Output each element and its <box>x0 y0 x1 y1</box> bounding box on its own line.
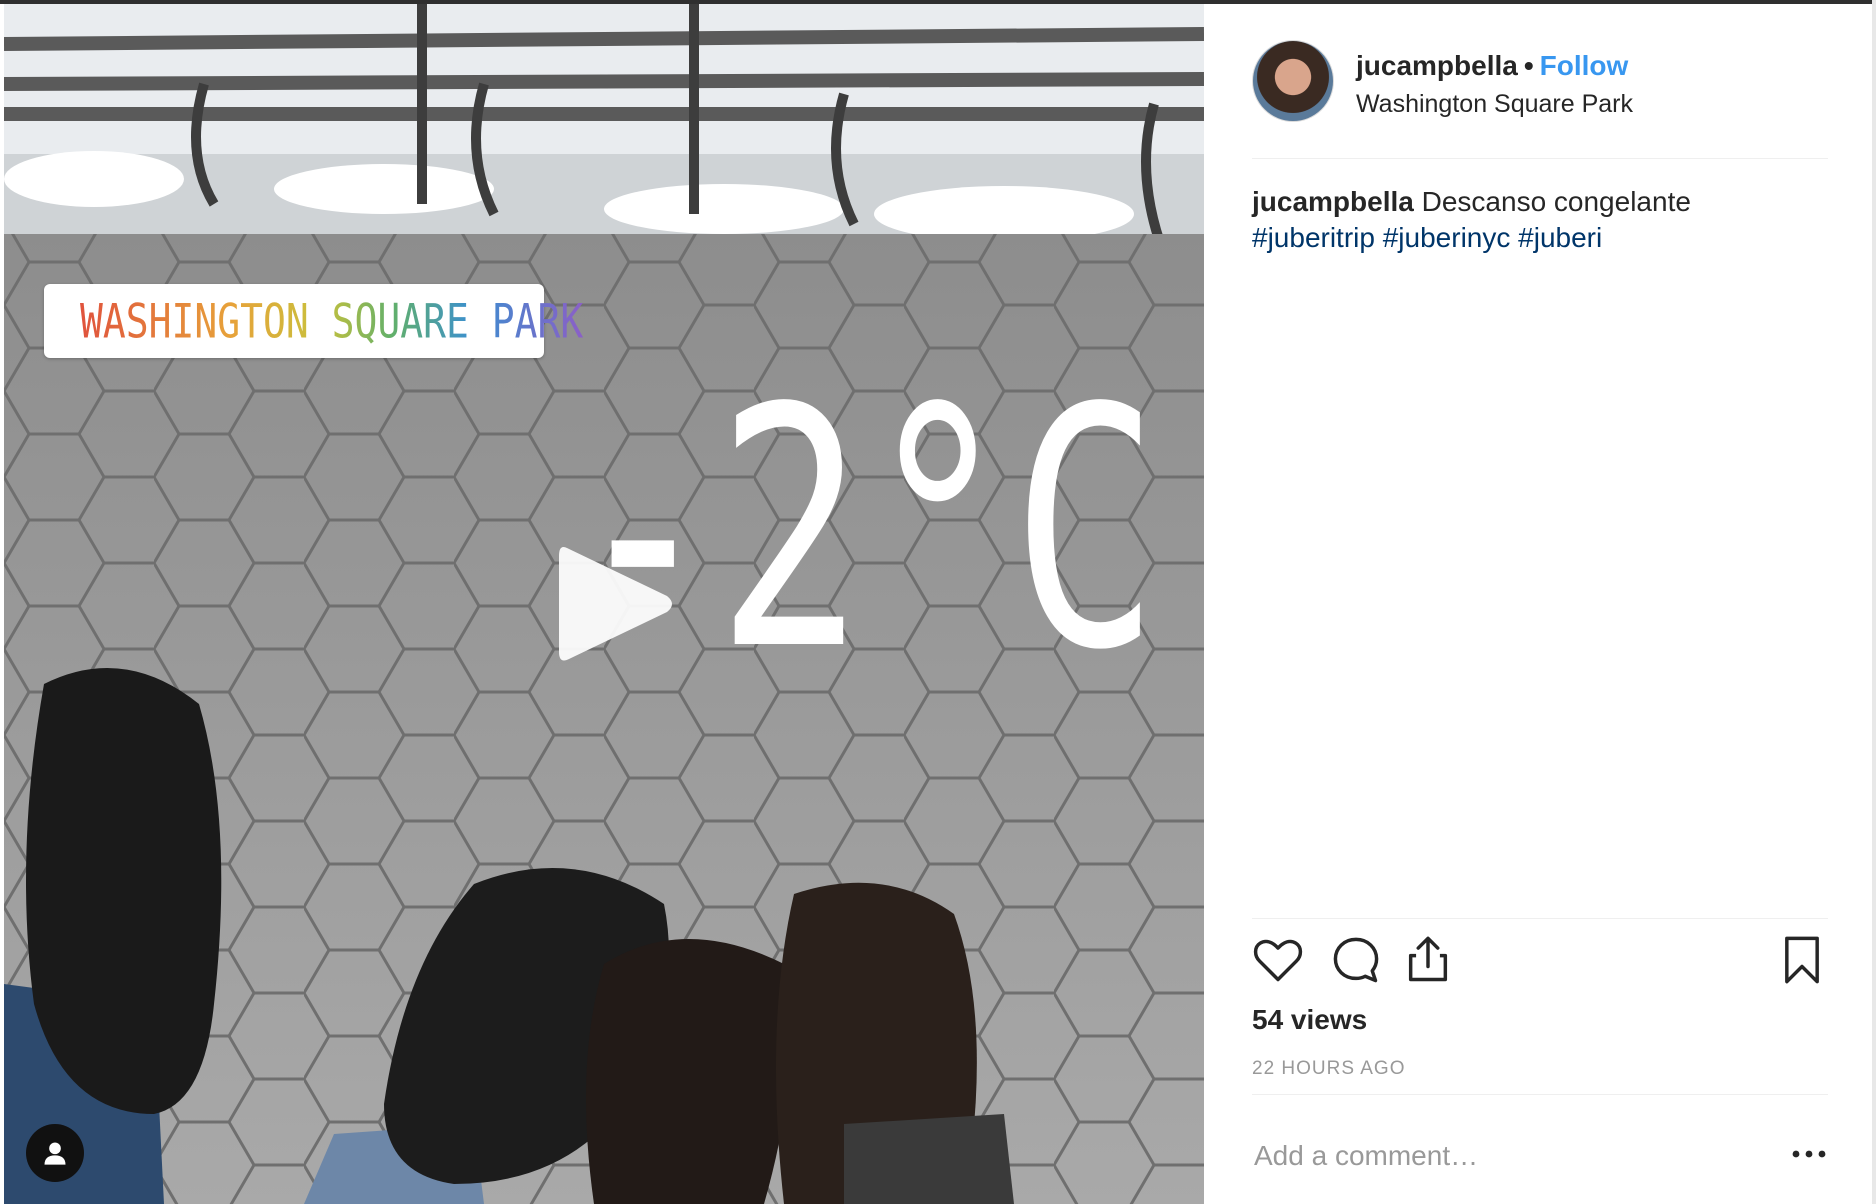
caption-text: Descanso congelante <box>1421 186 1691 217</box>
separator-dot: • <box>1523 50 1534 81</box>
user-profile-icon[interactable] <box>26 1124 84 1182</box>
actions-divider <box>1252 918 1828 919</box>
comment-icon[interactable] <box>1330 934 1382 986</box>
play-icon[interactable] <box>549 534 679 674</box>
more-options-icon[interactable] <box>1790 1144 1828 1164</box>
location-link[interactable]: Washington Square Park <box>1356 90 1633 119</box>
heart-icon[interactable] <box>1252 934 1304 986</box>
action-bar <box>1252 934 1828 994</box>
header-top-line: jucampbella • Follow <box>1356 50 1628 82</box>
location-sticker[interactable]: WASHINGTON SQUARE PARK <box>44 284 583 358</box>
post-header: jucampbella • Follow Washington Square Par… <box>1252 40 1828 126</box>
post-caption: jucampbella Descanso congelante #juberit… <box>1252 184 1812 256</box>
share-icon[interactable] <box>1402 934 1454 986</box>
header-divider <box>1252 158 1828 159</box>
follow-button[interactable]: Follow <box>1540 50 1629 81</box>
bookmark-icon[interactable] <box>1776 934 1828 986</box>
avatar[interactable] <box>1252 40 1334 122</box>
hashtag-link[interactable]: #juberitrip <box>1252 222 1375 253</box>
location-sticker-text: WASHINGTON SQUARE PARK <box>80 293 584 349</box>
hashtag-link[interactable]: #juberi <box>1518 222 1602 253</box>
post-timestamp[interactable]: 22 HOURS AGO <box>1252 1058 1406 1080</box>
window-right-edge <box>1872 0 1876 1204</box>
user-glyph-icon <box>44 1142 66 1165</box>
post-details-panel: jucampbella • Follow Washington Square Par… <box>1204 4 1872 1204</box>
post-video[interactable]: WASHINGTON SQUARE PARK -2°C <box>4 4 1204 1204</box>
comment-divider <box>1252 1094 1828 1095</box>
caption-username[interactable]: jucampbella <box>1252 186 1414 217</box>
comment-input[interactable] <box>1252 1130 1736 1182</box>
view-count[interactable]: 54 views <box>1252 1004 1367 1036</box>
username-link[interactable]: jucampbella <box>1356 50 1518 81</box>
hashtag-link[interactable]: #juberinyc <box>1383 222 1511 253</box>
